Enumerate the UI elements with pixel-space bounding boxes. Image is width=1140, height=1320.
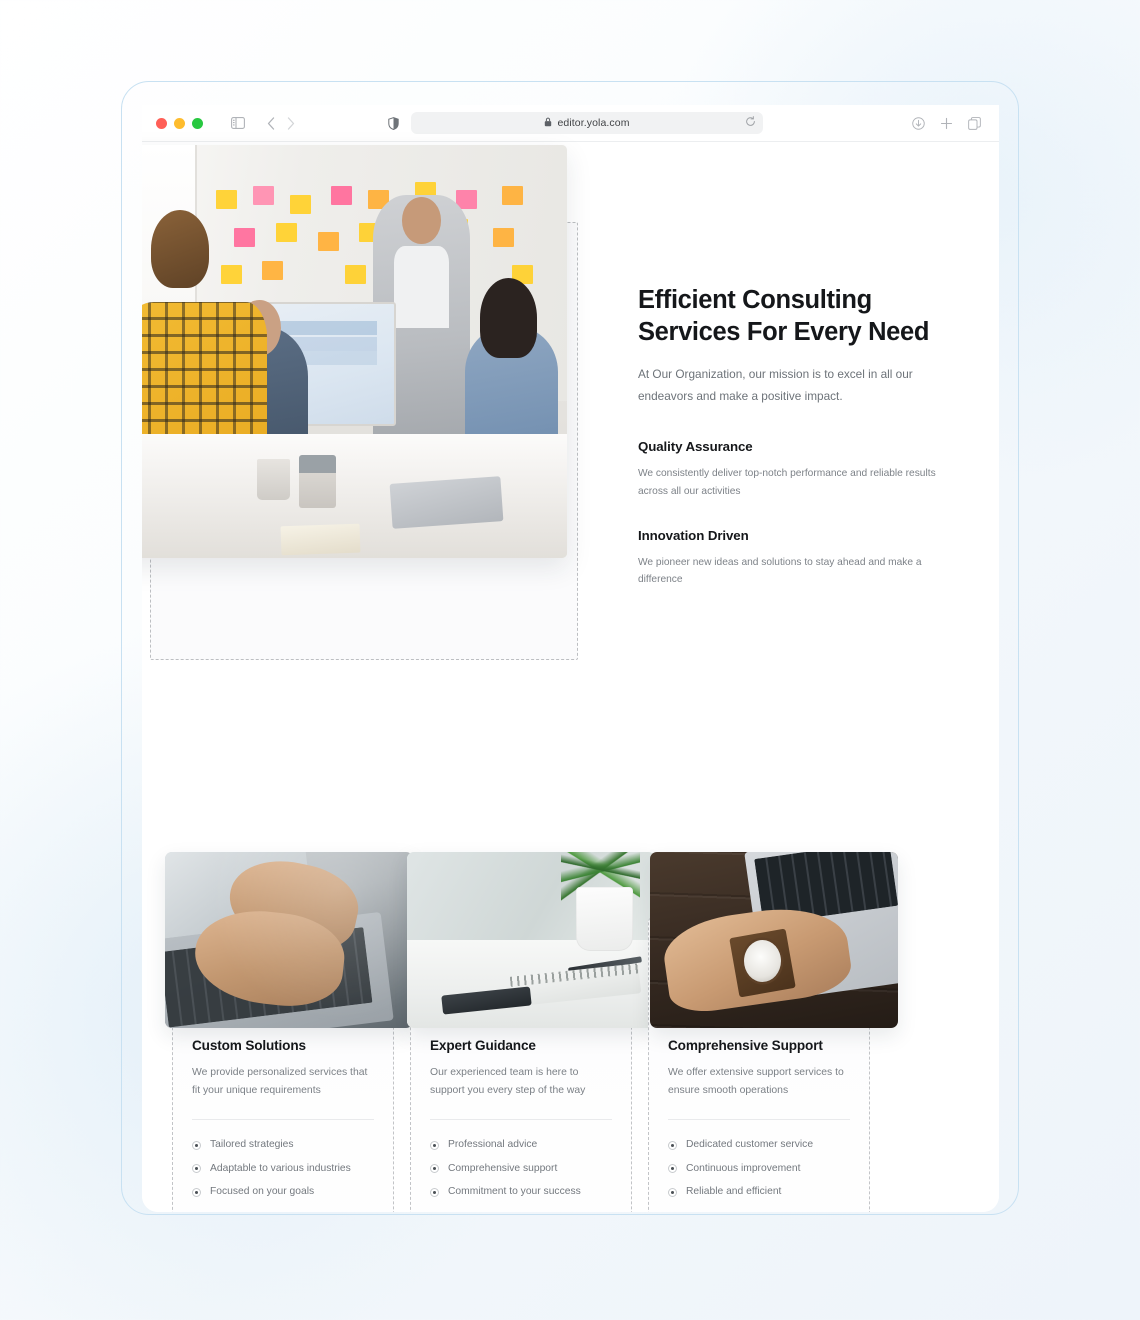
hero-section: Efficient Consulting Services For Every … xyxy=(142,142,999,660)
bullet-icon xyxy=(430,1140,439,1150)
card-photo-art xyxy=(650,852,898,1028)
list-item-label: Reliable and efficient xyxy=(686,1185,782,1197)
sidebar-icon[interactable] xyxy=(231,117,245,129)
card-title: Comprehensive Support xyxy=(668,1038,823,1053)
card-title: Custom Solutions xyxy=(192,1038,306,1053)
minimize-window-button[interactable] xyxy=(174,117,185,129)
feature-title: Quality Assurance xyxy=(638,438,753,454)
list-item: Reliable and efficient xyxy=(668,1180,850,1203)
list-item: Dedicated customer service xyxy=(668,1134,850,1157)
list-item-label: Tailored strategies xyxy=(210,1139,294,1151)
feature-text: We pioneer new ideas and solutions to st… xyxy=(638,556,922,586)
list-item: Focused on your goals xyxy=(192,1180,374,1203)
bullet-icon xyxy=(668,1187,677,1197)
service-cards-row: Custom Solutions We provide personalized… xyxy=(165,852,970,1212)
url-text: editor.yola.com xyxy=(557,117,630,129)
list-item-label: Commitment to your success xyxy=(448,1185,581,1197)
bullet-icon xyxy=(192,1187,201,1197)
list-item-label: Professional advice xyxy=(448,1139,538,1151)
browser-window: editor.yola.com Efficient Consulting Ser… xyxy=(142,105,999,1212)
card-image[interactable] xyxy=(650,852,898,1028)
hero-image-slot[interactable] xyxy=(142,145,578,660)
card-image[interactable] xyxy=(165,852,413,1028)
list-item: Comprehensive support xyxy=(430,1157,612,1180)
zoom-window-button[interactable] xyxy=(192,117,203,129)
window-controls[interactable] xyxy=(156,117,203,129)
navigation-buttons[interactable] xyxy=(267,116,295,130)
service-card-comprehensive-support[interactable]: Comprehensive Support We offer extensive… xyxy=(648,852,898,1212)
list-item-label: Adaptable to various industries xyxy=(210,1162,351,1174)
shield-icon[interactable] xyxy=(388,116,399,130)
feature-title: Innovation Driven xyxy=(638,527,749,543)
card-photo-art xyxy=(407,852,655,1028)
card-feature-list: Dedicated customer service Continuous im… xyxy=(668,1134,850,1204)
service-card-custom-solutions[interactable]: Custom Solutions We provide personalized… xyxy=(165,852,413,1212)
card-description: Our experienced team is here to support … xyxy=(430,1067,586,1097)
bullet-icon xyxy=(668,1140,677,1150)
browser-toolbar: editor.yola.com xyxy=(142,105,999,142)
hero-photo-art xyxy=(142,145,567,558)
toolbar-right-actions[interactable] xyxy=(912,116,985,130)
plus-icon[interactable] xyxy=(940,117,953,130)
hero-feature-innovation-driven: Innovation Driven We pioneer new ideas a… xyxy=(638,528,940,590)
forward-icon xyxy=(287,116,295,130)
list-item-label: Continuous improvement xyxy=(686,1162,801,1174)
bullet-icon xyxy=(430,1187,439,1197)
list-item: Adaptable to various industries xyxy=(192,1157,374,1180)
card-feature-list: Tailored strategies Adaptable to various… xyxy=(192,1134,374,1204)
card-title: Expert Guidance xyxy=(430,1038,536,1053)
page-title: Efficient Consulting Services For Every … xyxy=(638,286,930,347)
list-item: Professional advice xyxy=(430,1134,612,1157)
tab-overview-icon[interactable] xyxy=(968,116,981,130)
bullet-icon xyxy=(668,1164,677,1174)
list-item-label: Dedicated customer service xyxy=(686,1139,814,1151)
list-item: Continuous improvement xyxy=(668,1157,850,1180)
back-icon[interactable] xyxy=(267,116,275,130)
service-card-expert-guidance[interactable]: Expert Guidance Our experienced team is … xyxy=(407,852,655,1212)
reload-icon[interactable] xyxy=(745,114,756,132)
bullet-icon xyxy=(430,1164,439,1174)
hero-subtitle: At Our Organization, our mission is to e… xyxy=(638,367,913,404)
card-description: We offer extensive support services to e… xyxy=(668,1067,844,1097)
hero-image[interactable] xyxy=(142,145,567,558)
hero-copy: Efficient Consulting Services For Every … xyxy=(638,284,940,589)
lock-icon xyxy=(544,114,552,132)
card-divider xyxy=(192,1118,374,1120)
card-photo-art xyxy=(165,852,413,1028)
bullet-icon xyxy=(192,1164,201,1174)
list-item-label: Focused on your goals xyxy=(210,1185,315,1197)
downloads-icon[interactable] xyxy=(912,116,925,130)
card-divider xyxy=(430,1118,612,1120)
list-item-label: Comprehensive support xyxy=(448,1162,558,1174)
list-item: Tailored strategies xyxy=(192,1134,374,1157)
bullet-icon xyxy=(192,1140,201,1150)
close-window-button[interactable] xyxy=(156,117,167,129)
card-description: We provide personalized services that fi… xyxy=(192,1067,368,1097)
feature-text: We consistently deliver top-notch perfor… xyxy=(638,467,936,497)
address-bar[interactable]: editor.yola.com xyxy=(411,112,763,134)
hero-feature-quality-assurance: Quality Assurance We consistently delive… xyxy=(638,439,940,501)
card-feature-list: Professional advice Comprehensive suppor… xyxy=(430,1134,612,1204)
page-canvas: Efficient Consulting Services For Every … xyxy=(142,142,999,1212)
card-divider xyxy=(668,1118,850,1120)
list-item: Commitment to your success xyxy=(430,1180,612,1203)
card-image[interactable] xyxy=(407,852,655,1028)
